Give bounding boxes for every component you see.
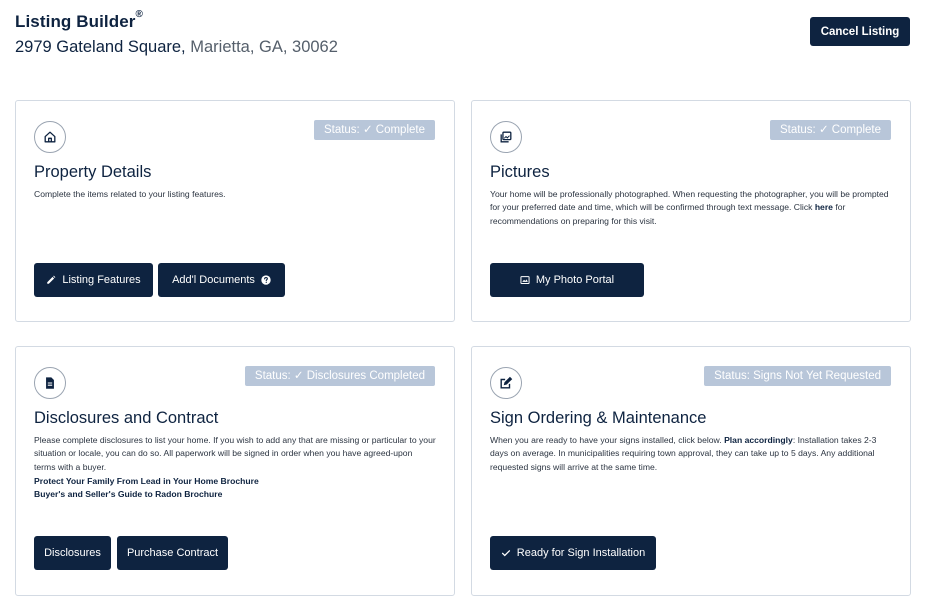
card-title: Sign Ordering & Maintenance [490,409,707,427]
my-photo-portal-button[interactable]: My Photo Portal [490,263,644,297]
cancel-listing-button[interactable]: Cancel Listing [810,17,910,46]
image-icon [520,276,530,284]
address-city: Marietta, GA, 30062 [190,38,338,56]
app-title: Listing Builder® [15,9,143,31]
card-title: Property Details [34,163,152,181]
listing-features-button[interactable]: Listing Features [34,263,153,297]
card-description: When you are ready to have your signs in… [490,435,877,472]
addl-documents-button[interactable]: Add'l Documents [158,263,285,297]
photo-icon [490,121,522,153]
status-badge: Status: Signs Not Yet Requested [704,366,891,386]
card-description: Please complete disclosures to list your… [34,435,436,472]
brochure-links: Protect Your Family From Lead in Your Ho… [34,475,259,502]
card-description: Complete the items related to your listi… [34,189,226,199]
property-address: 2979 Gateland Square, Marietta, GA, 3006… [15,38,338,57]
document-icon [34,367,66,399]
disclosures-button[interactable]: Disclosures [34,536,111,570]
help-icon [261,275,271,285]
button-label: My Photo Portal [535,274,615,286]
home-icon [34,121,66,153]
pencil-icon [47,275,56,284]
purchase-contract-button[interactable]: Purchase Contract [117,536,228,570]
registered-mark: ® [135,9,143,20]
card-title: Pictures [490,163,550,181]
lead-brochure-link[interactable]: Protect Your Family From Lead in Your Ho… [34,475,259,488]
button-label: Add'l Documents [172,274,255,286]
radon-brochure-link[interactable]: Buyer's and Seller's Guide to Radon Broc… [34,488,259,501]
edit-icon [490,367,522,399]
ready-for-sign-installation-button[interactable]: Ready for Sign Installation [490,536,656,570]
disclosures-card: Status: ✓ Disclosures Completed Disclosu… [15,346,455,596]
card-title: Disclosures and Contract [34,409,219,427]
status-badge: Status: ✓ Disclosures Completed [244,366,435,386]
check-icon [501,550,510,557]
property-details-card: Status: ✓ Complete Property Details Comp… [15,100,455,322]
status-badge: Status: ✓ Complete [769,120,891,140]
address-street: 2979 Gateland Square, [15,38,186,56]
recommendations-link[interactable]: here [815,202,833,212]
card-description: Your home will be professionally photogr… [490,189,889,226]
pictures-card: Status: ✓ Complete Pictures Your home wi… [471,100,911,322]
button-label: Ready for Sign Installation [516,547,646,559]
page-header: Listing Builder® 2979 Gateland Square, M… [15,9,338,57]
status-badge: Status: ✓ Complete [313,120,435,140]
button-label: Listing Features [62,274,141,286]
sign-ordering-card: Status: Signs Not Yet Requested Sign Ord… [471,346,911,596]
